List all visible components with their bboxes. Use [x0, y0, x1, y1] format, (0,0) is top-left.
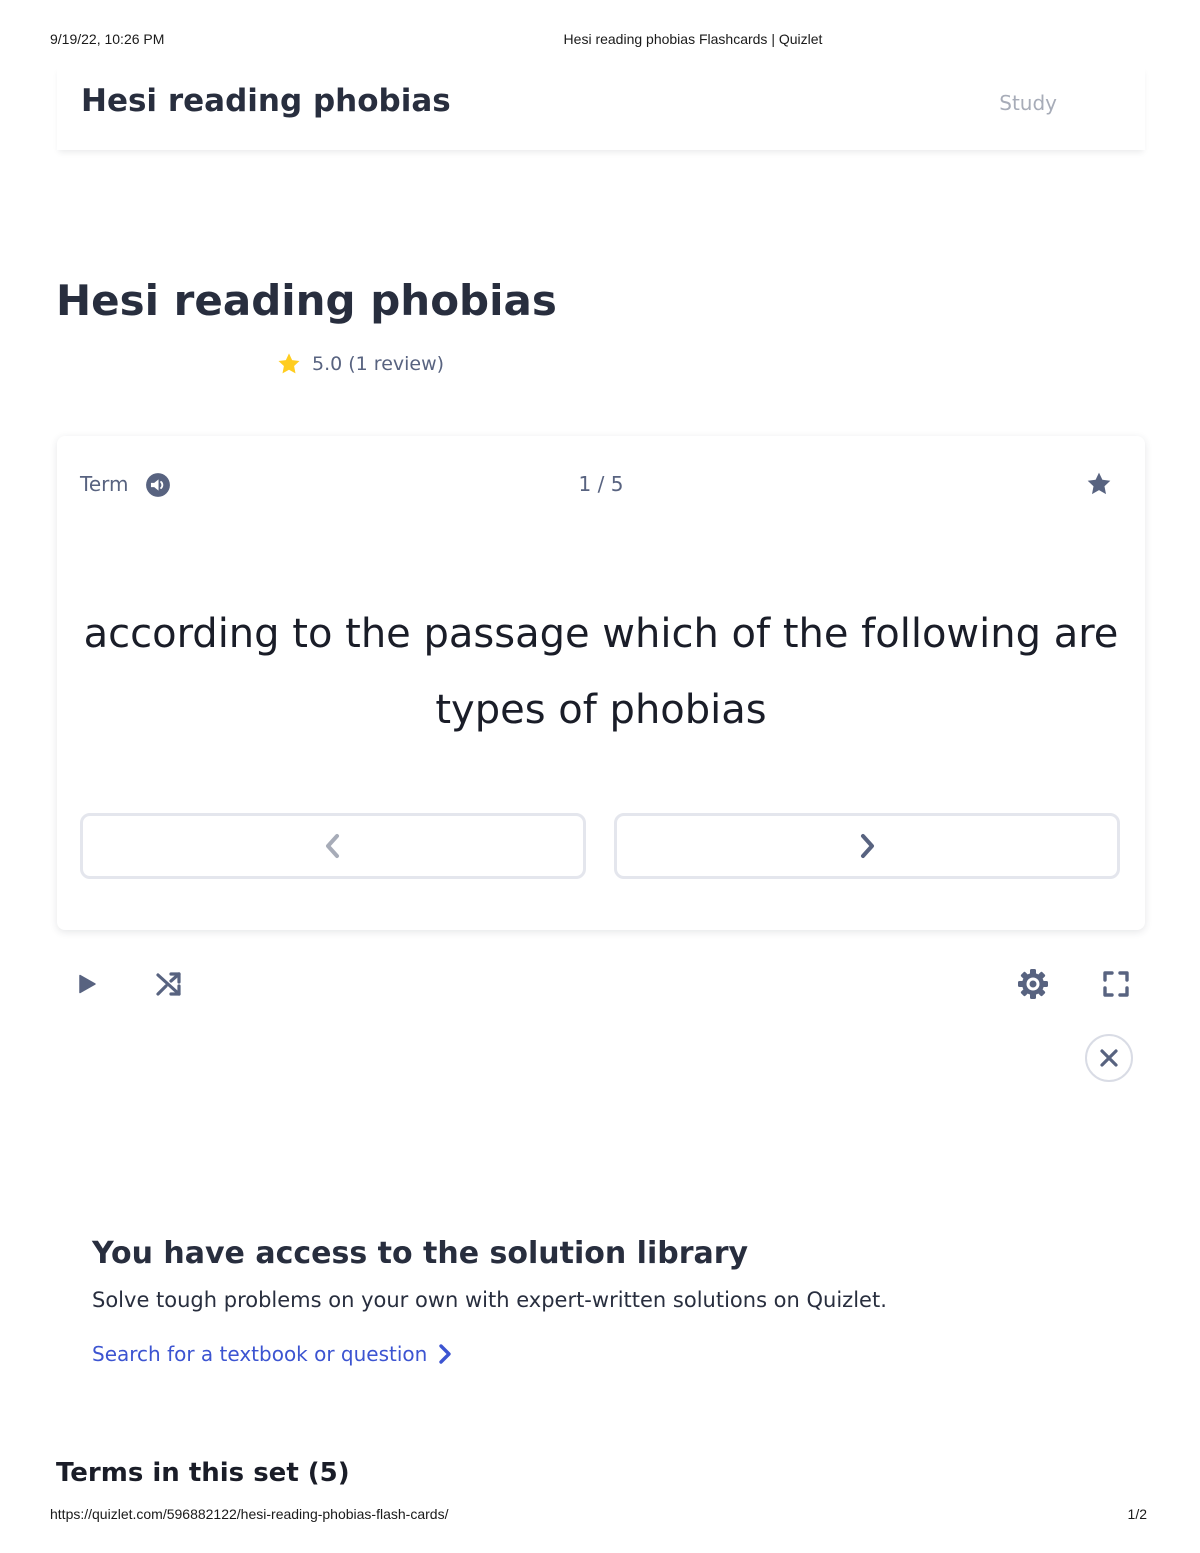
- shuffle-icon: [155, 970, 183, 998]
- play-button[interactable]: [73, 970, 101, 998]
- rating[interactable]: 5.0 (1 review): [276, 350, 444, 378]
- fullscreen-icon: [1102, 970, 1130, 998]
- chevron-right-icon: [855, 831, 879, 861]
- top-header: Hesi reading phobias Study: [57, 66, 1145, 150]
- fullscreen-button[interactable]: [1100, 968, 1132, 1000]
- set-title: Hesi reading phobias: [56, 276, 557, 325]
- solution-library-description: Solve tough problems on your own with ex…: [92, 1288, 887, 1312]
- flashcard[interactable]: Term 1 / 5 according to the passage whic…: [57, 436, 1145, 930]
- card-progress: 1 / 5: [578, 472, 624, 496]
- solution-library-title: You have access to the solution library: [92, 1236, 749, 1271]
- close-button[interactable]: [1085, 1034, 1133, 1082]
- search-textbook-link-text: Search for a textbook or question: [92, 1342, 428, 1366]
- star-icon: [276, 351, 302, 377]
- chevron-right-icon: [437, 1343, 453, 1365]
- play-icon: [76, 973, 98, 995]
- settings-button[interactable]: [1015, 966, 1051, 1002]
- study-button[interactable]: Study: [999, 91, 1057, 115]
- shuffle-button[interactable]: [153, 968, 185, 1000]
- close-icon: [1099, 1048, 1119, 1068]
- chevron-left-icon: [321, 831, 345, 861]
- header-title: Hesi reading phobias: [81, 83, 451, 119]
- search-textbook-link[interactable]: Search for a textbook or question: [92, 1342, 453, 1366]
- next-card-button[interactable]: [614, 813, 1120, 879]
- previous-card-button[interactable]: [80, 813, 586, 879]
- terms-in-set-heading: Terms in this set (5): [56, 1458, 350, 1488]
- star-icon[interactable]: [1085, 470, 1113, 498]
- print-page-number: 1/2: [1127, 1506, 1147, 1522]
- rating-text: 5.0 (1 review): [312, 353, 445, 375]
- card-term-text: according to the passage which of the fo…: [83, 611, 1119, 733]
- print-page-title: Hesi reading phobias Flashcards | Quizle…: [563, 31, 823, 47]
- gear-icon: [1016, 967, 1050, 1001]
- print-url: https://quizlet.com/596882122/hesi-readi…: [50, 1506, 449, 1522]
